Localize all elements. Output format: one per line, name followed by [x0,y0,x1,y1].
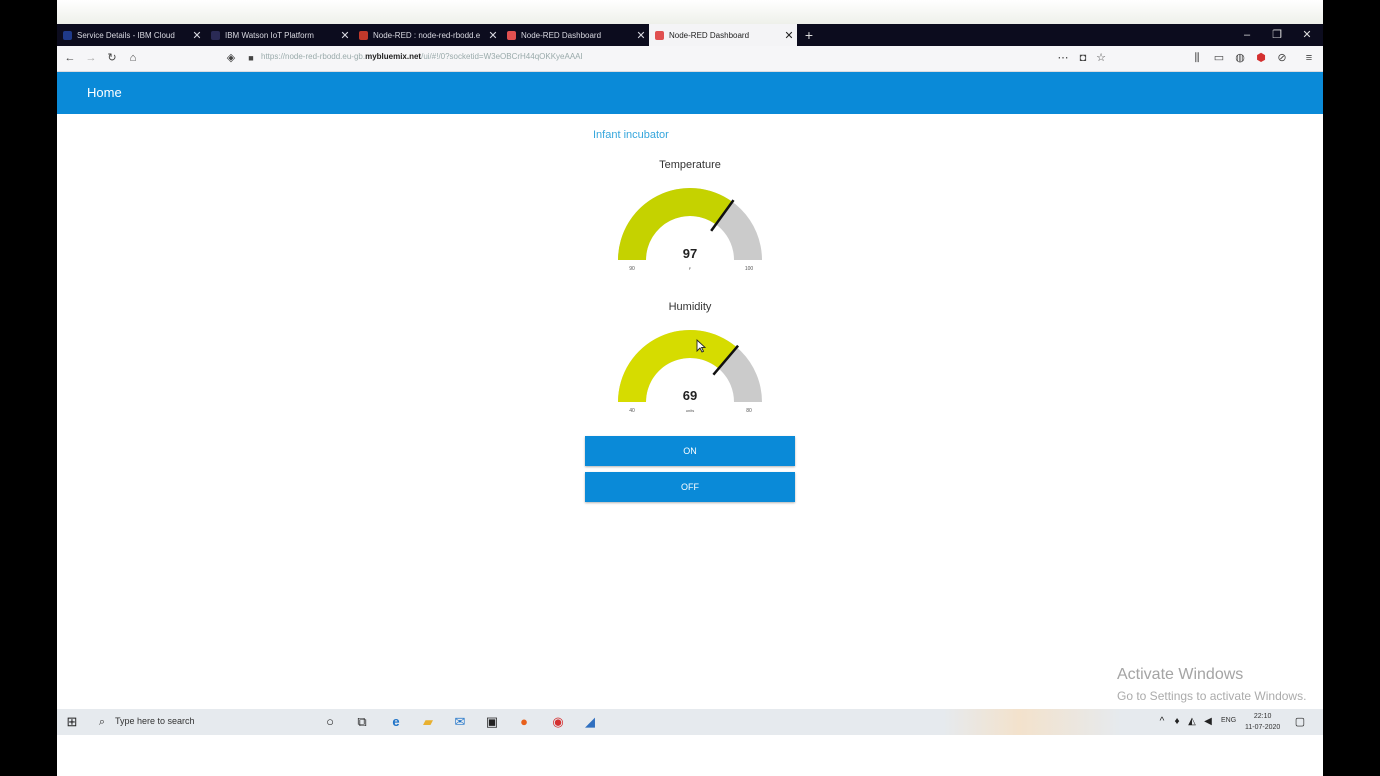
mail-icon[interactable]: ✉ [451,713,469,731]
tray-language[interactable]: ENG [1221,717,1236,724]
humidity-gauge-value: 69 [683,388,697,403]
menu-icon[interactable]: ≡ [1301,50,1317,66]
url-domain: mybluemix.net [365,52,422,61]
pocket-icon[interactable]: ◘ [1075,50,1091,66]
store-icon[interactable]: ▣ [483,713,501,731]
address-bar[interactable]: https://node-red-rbodd.eu-gb.mybluemix.n… [261,52,583,61]
browser-nav-bar: ← → ↻ ⌂ ◈ ■ https://node-red-rbodd.eu-gb… [57,46,1323,72]
windows-taskbar: ⊞ ⌕ Type here to search ○ ⧉ e ▰ ✉ ▣ ● ◉ … [57,709,1323,735]
page-actions-icon[interactable]: ⋯ [1055,50,1071,66]
app-icon-2[interactable]: ◢ [581,713,599,731]
task-view-icon[interactable]: ⧉ [353,713,371,731]
edge-browser-icon[interactable]: e [387,713,405,731]
home-icon[interactable]: ⌂ [125,50,141,66]
humidity-gauge-units: units [686,408,694,413]
dashboard-title: Home [87,85,122,100]
temperature-gauge-label: Temperature [659,159,721,171]
off-button[interactable]: OFF [585,472,795,502]
new-tab-button[interactable]: + [801,24,817,46]
tab-node-red-dashboard-active[interactable]: Node-RED Dashboard ✕ [649,24,797,46]
tray-clock[interactable]: 22:10 11-07-2020 [1245,711,1280,733]
forward-arrow-icon[interactable]: → [83,50,99,66]
browser-tab-bar: Service Details - IBM Cloud ✕ IBM Watson… [57,24,1323,46]
ublock-icon[interactable]: ⬢ [1253,50,1269,66]
ibm-cloud-favicon-icon [63,30,72,40]
close-tab-icon[interactable]: ✕ [485,29,501,42]
restore-button[interactable]: ❐ [1262,24,1292,46]
mouse-cursor-icon [696,339,706,353]
tray-date: 11-07-2020 [1245,724,1281,731]
screen: Service Details - IBM Cloud ✕ IBM Watson… [57,24,1323,735]
notification-icon[interactable]: ▢ [1291,713,1309,731]
cortana-icon[interactable]: ○ [321,713,339,731]
lock-icon: ■ [248,53,254,63]
library-icon[interactable]: ⫼ [1189,50,1205,66]
temperature-gauge-value: 97 [683,246,697,261]
reload-icon[interactable]: ↻ [104,50,120,66]
node-red-favicon-icon [507,30,516,40]
dashboard-header: Home [57,72,1323,114]
blocked-icon[interactable]: ⊘ [1274,50,1290,66]
tab-service-details[interactable]: Service Details - IBM Cloud ✕ [57,24,205,46]
humidity-gauge-fill [618,329,737,402]
temperature-gauge-max: 100 [745,266,754,272]
tab-node-red-dashboard[interactable]: Node-RED Dashboard ✕ [501,24,649,46]
temperature-gauge: 97 F 90 100 [618,187,762,272]
node-red-favicon-icon [655,30,664,40]
close-tab-icon[interactable]: ✕ [189,29,205,42]
url-prefix: https://node-red-rbodd.eu-gb. [261,52,366,61]
on-button[interactable]: ON [585,436,795,466]
minimize-button[interactable]: – [1232,24,1262,46]
close-tab-icon[interactable]: ✕ [633,29,649,42]
close-tab-icon[interactable]: ✕ [781,29,797,42]
tab-watson-iot[interactable]: IBM Watson IoT Platform ✕ [205,24,353,46]
humidity-gauge: 69 units 40 80 [618,329,762,414]
humidity-gauge-max: 80 [746,408,752,414]
windows-start-icon[interactable]: ⊞ [63,713,81,731]
node-red-favicon-icon [359,30,368,40]
tray-time: 22:10 [1253,713,1272,720]
close-tab-icon[interactable]: ✕ [337,29,353,42]
app-icon[interactable]: ◉ [549,713,567,731]
temperature-gauge-min: 90 [629,266,635,272]
sidebar-icon[interactable]: ▭ [1211,50,1227,66]
bottom-edge-strip [57,735,1323,776]
url-path: /ui/#!/0?socketid=W3eOBCrH44qOKKyeAAAI [421,52,583,61]
taskbar-search-input[interactable]: Type here to search [115,716,195,726]
bookmark-star-icon[interactable]: ☆ [1093,50,1109,66]
temperature-gauge-units: F [689,266,692,271]
top-edge-strip [57,0,1323,24]
close-window-button[interactable]: ✕ [1292,24,1322,46]
tab-node-red-editor[interactable]: Node-RED : node-red-rbodd.e ✕ [353,24,501,46]
watson-favicon-icon [211,30,220,40]
group-title: Infant incubator [593,129,669,141]
activate-windows-title: Activate Windows [1117,666,1244,683]
extension-icon[interactable]: ◍ [1232,50,1248,66]
firefox-icon[interactable]: ● [515,713,533,731]
back-arrow-icon[interactable]: ← [62,50,78,66]
shield-icon[interactable]: ◈ [223,50,239,66]
speaker-icon[interactable]: ◀ [1199,713,1217,731]
file-explorer-icon[interactable]: ▰ [419,713,437,731]
humidity-gauge-min: 40 [629,408,635,414]
search-icon: ⌕ [98,716,106,728]
humidity-gauge-label: Humidity [668,301,712,313]
activate-windows-hint: Go to Settings to activate Windows. [1117,689,1307,703]
